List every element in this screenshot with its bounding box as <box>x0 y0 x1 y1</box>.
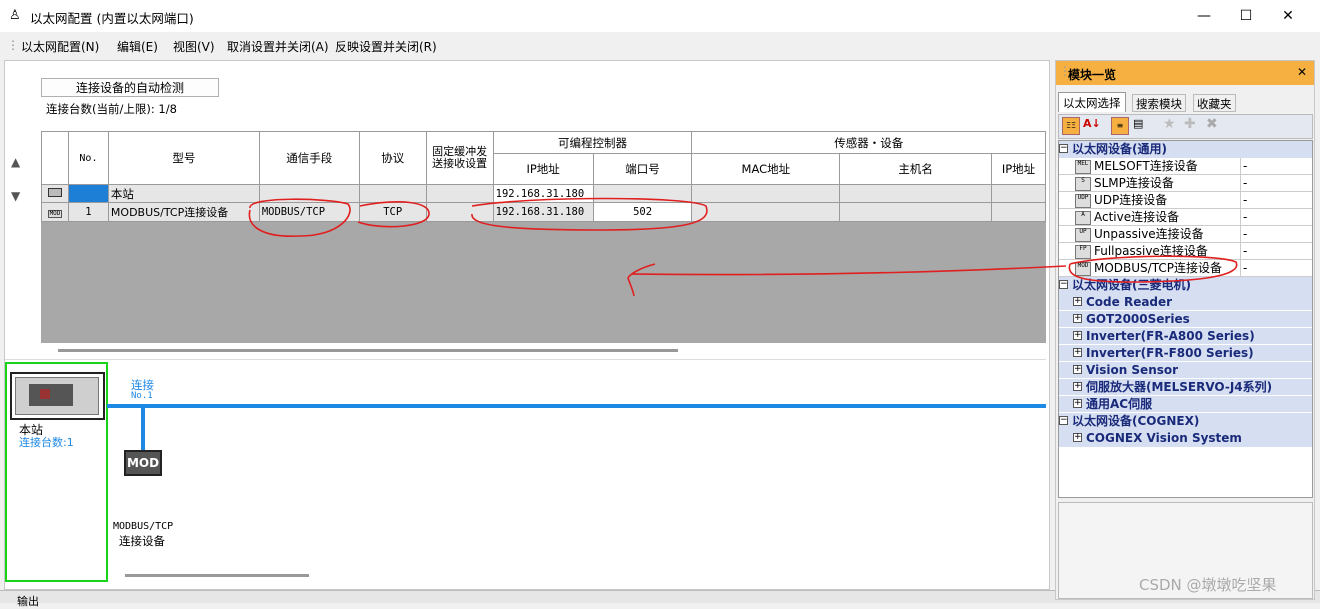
annotation-circle-ip-port <box>471 197 708 231</box>
annotation-circle-protocol <box>357 201 430 228</box>
annotation-arrow <box>631 265 1067 276</box>
annotation-layer <box>248 197 1238 297</box>
annotation-arrowhead <box>627 263 656 297</box>
annotation-circle-comm <box>248 198 351 237</box>
watermark: CSDN @墩墩吃坚果 <box>1139 576 1277 594</box>
annotation-circle-module <box>1068 255 1238 283</box>
